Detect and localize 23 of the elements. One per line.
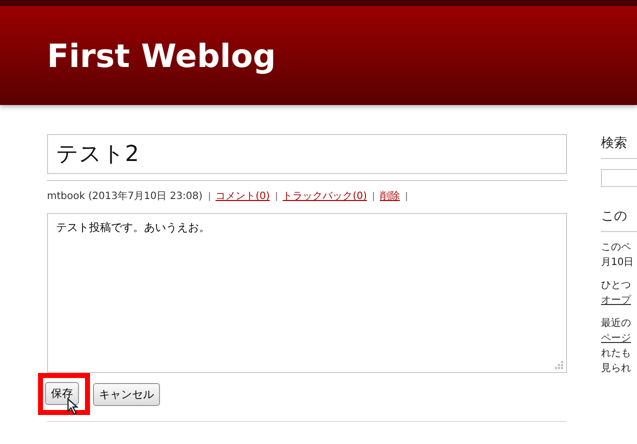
sidebar-link[interactable]: オープ: [601, 293, 631, 308]
resize-grip-icon[interactable]: [554, 360, 563, 369]
search-field[interactable]: [601, 169, 637, 187]
sidebar-text: ひとつ: [601, 279, 631, 293]
entry-link[interactable]: コメント(0): [216, 189, 270, 203]
cancel-button[interactable]: キャンセル: [93, 382, 160, 406]
sidebar-text: 月10日: [601, 256, 634, 270]
cursor-icon: [67, 398, 79, 415]
entry-link[interactable]: トラックバック(0): [282, 189, 367, 203]
site-title[interactable]: First Weblog: [47, 36, 276, 74]
entry-meta: mtbook (2013年7月10日 23:08): [47, 190, 203, 203]
sidebar-text: このペ: [601, 241, 631, 255]
sidebar-link[interactable]: ページ: [601, 331, 631, 346]
entry-link[interactable]: 削除: [380, 189, 400, 203]
sidebar-heading: 検索: [601, 134, 637, 159]
sidebar-text: 最近の: [601, 316, 631, 331]
save-button[interactable]: 保存: [45, 382, 79, 405]
sidebar-text: れたも: [601, 347, 631, 361]
title-field[interactable]: テスト2: [47, 134, 567, 174]
body-field[interactable]: テスト投稿です。あいうえお。: [47, 213, 567, 373]
sidebar-heading: この: [601, 207, 637, 232]
sidebar-text: 見られ: [601, 362, 631, 376]
body-text: テスト投稿です。あいうえお。: [56, 221, 210, 234]
